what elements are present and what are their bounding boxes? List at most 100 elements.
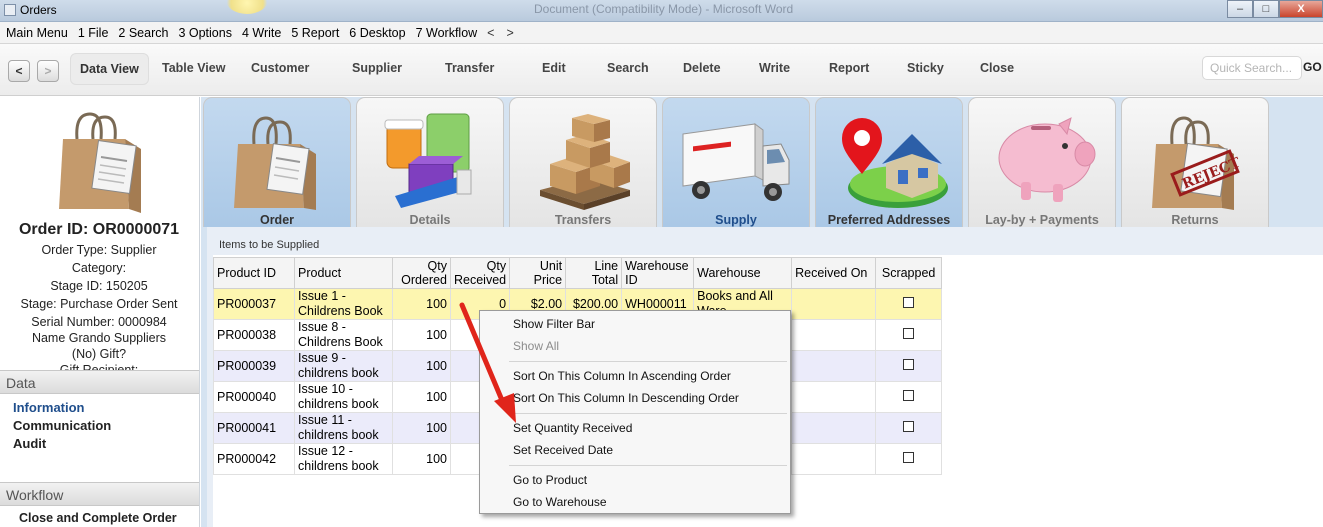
received-on-cell[interactable] — [791, 412, 877, 444]
table-view-button[interactable]: Table View — [162, 61, 225, 75]
product-id-cell[interactable]: PR000039 — [213, 350, 295, 382]
col-qty-ordered[interactable]: Qty Ordered — [392, 257, 451, 289]
menu-item-set-quantity-received[interactable]: Set Quantity Received — [513, 421, 632, 435]
close-button[interactable]: Close — [980, 61, 1014, 75]
edit-button[interactable]: Edit — [542, 61, 566, 75]
received-on-cell[interactable] — [791, 443, 877, 475]
received-on-cell[interactable] — [791, 350, 877, 382]
data-view-button[interactable]: Data View — [70, 53, 149, 85]
qty-ordered-cell[interactable]: 100 — [392, 381, 451, 413]
tab-transfers[interactable]: Transfers — [509, 97, 657, 227]
window-caption: Document (Compatibility Mode) - Microsof… — [534, 2, 794, 16]
location-pin-house-icon — [842, 118, 948, 208]
qty-ordered-cell[interactable]: 100 — [392, 443, 451, 475]
go-button[interactable]: GO — [1303, 60, 1322, 74]
menu-options[interactable]: 3 Options — [178, 26, 232, 40]
close-and-complete-order-link[interactable]: Close and Complete Order — [19, 511, 177, 525]
tab-returns[interactable]: REJECT Returns — [1121, 97, 1269, 227]
tab-returns-label: Returns — [1171, 213, 1219, 227]
col-product[interactable]: Product — [294, 257, 393, 289]
menu-item-go-to-warehouse[interactable]: Go to Warehouse — [513, 495, 607, 509]
col-scrapped[interactable]: Scrapped — [875, 257, 943, 289]
received-on-cell[interactable] — [791, 381, 877, 413]
office-orb-icon[interactable] — [226, 0, 268, 14]
col-warehouse[interactable]: Warehouse — [693, 257, 793, 289]
menu-write[interactable]: 4 Write — [242, 26, 281, 40]
product-cell[interactable]: Issue 1 - Childrens Book — [294, 288, 393, 320]
scrapped-checkbox[interactable] — [903, 359, 915, 370]
menu-desktop[interactable]: 6 Desktop — [349, 26, 405, 40]
back-button[interactable]: < — [8, 60, 30, 82]
menu-workflow[interactable]: 7 Workflow — [416, 26, 478, 40]
scrapped-checkbox[interactable] — [903, 452, 915, 463]
menu-file[interactable]: 1 File — [78, 26, 109, 40]
product-id-cell[interactable]: PR000037 — [213, 288, 295, 320]
menu-item-sort-descending[interactable]: Sort On This Column In Descending Order — [513, 391, 739, 405]
received-on-cell[interactable] — [791, 288, 877, 320]
col-product-id[interactable]: Product ID — [213, 257, 295, 289]
customer-button[interactable]: Customer — [251, 61, 309, 75]
qty-ordered-cell[interactable]: 100 — [392, 412, 451, 444]
quick-search-input[interactable]: Quick Search... — [1202, 56, 1302, 80]
minimize-button[interactable]: – — [1227, 0, 1253, 18]
supplier-button[interactable]: Supplier — [352, 61, 402, 75]
tab-order[interactable]: Order — [203, 97, 351, 227]
sidebar-item-communication[interactable]: Communication — [13, 418, 111, 433]
tab-lay-by-payments[interactable]: Lay-by + Payments — [968, 97, 1116, 227]
received-on-cell[interactable] — [791, 319, 877, 351]
search-button[interactable]: Search — [607, 61, 649, 75]
menu-scroll-left[interactable]: < — [487, 26, 494, 40]
scrapped-cell[interactable] — [875, 381, 943, 413]
scrapped-cell[interactable] — [875, 319, 943, 351]
product-id-cell[interactable]: PR000040 — [213, 381, 295, 413]
scrapped-checkbox[interactable] — [903, 421, 915, 432]
qty-ordered-cell[interactable]: 100 — [392, 288, 451, 320]
app-icon — [4, 4, 16, 16]
scrapped-cell[interactable] — [875, 412, 943, 444]
scrapped-checkbox[interactable] — [903, 390, 915, 401]
maximize-button[interactable]: □ — [1253, 0, 1279, 18]
product-id-cell[interactable]: PR000038 — [213, 319, 295, 351]
product-cell[interactable]: Issue 8 - Childrens Book — [294, 319, 393, 351]
scrapped-cell[interactable] — [875, 350, 943, 382]
sidebar-item-audit[interactable]: Audit — [13, 436, 46, 451]
report-button[interactable]: Report — [829, 61, 869, 75]
tab-details[interactable]: Details — [356, 97, 504, 227]
transfer-button[interactable]: Transfer — [445, 61, 494, 75]
workflow-section-header[interactable]: Workflow — [0, 482, 199, 506]
sticky-button[interactable]: Sticky — [907, 61, 944, 75]
sidebar-item-information[interactable]: Information — [13, 400, 85, 415]
scrapped-cell[interactable] — [875, 288, 943, 320]
tab-supply-label: Supply — [715, 213, 757, 227]
menu-item-sort-ascending[interactable]: Sort On This Column In Ascending Order — [513, 369, 731, 383]
data-section-header[interactable]: Data — [0, 370, 199, 394]
product-id-cell[interactable]: PR000041 — [213, 412, 295, 444]
menu-report[interactable]: 5 Report — [291, 26, 339, 40]
menu-item-set-received-date[interactable]: Set Received Date — [513, 443, 613, 457]
scrapped-checkbox[interactable] — [903, 297, 915, 308]
menu-main[interactable]: Main Menu — [6, 26, 68, 40]
close-window-button[interactable]: X — [1279, 0, 1323, 18]
scrapped-checkbox[interactable] — [903, 328, 915, 339]
menu-scroll-right[interactable]: > — [506, 26, 513, 40]
qty-ordered-cell[interactable]: 100 — [392, 350, 451, 382]
tab-supply[interactable]: Supply — [662, 97, 810, 227]
tab-preferred-addresses[interactable]: Preferred Addresses — [815, 97, 963, 227]
product-id-cell[interactable]: PR000042 — [213, 443, 295, 475]
product-cell[interactable]: Issue 10 - childrens book — [294, 381, 393, 413]
menu-item-go-to-product[interactable]: Go to Product — [513, 473, 587, 487]
scrapped-cell[interactable] — [875, 443, 943, 475]
qty-ordered-cell[interactable]: 100 — [392, 319, 451, 351]
product-cell[interactable]: Issue 9 - childrens book — [294, 350, 393, 382]
col-qty-received[interactable]: Qty Received — [449, 257, 511, 289]
col-warehouse-id[interactable]: Warehouse ID — [621, 257, 695, 289]
col-received-on[interactable]: Received On — [791, 257, 877, 289]
product-cell[interactable]: Issue 11 - childrens book — [294, 412, 393, 444]
product-cell[interactable]: Issue 12 - childrens book — [294, 443, 393, 475]
write-button[interactable]: Write — [759, 61, 790, 75]
col-line-total[interactable]: Line Total — [565, 257, 623, 289]
delete-button[interactable]: Delete — [683, 61, 721, 75]
forward-button[interactable]: > — [37, 60, 59, 82]
col-unit-price[interactable]: Unit Price — [509, 257, 567, 289]
menu-search[interactable]: 2 Search — [118, 26, 168, 40]
